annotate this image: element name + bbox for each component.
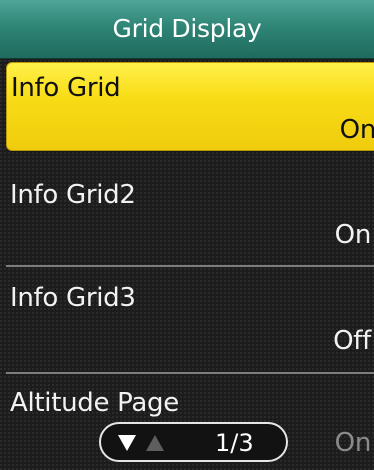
- menu-item-label: Info Grid3: [10, 283, 136, 313]
- device-screen: Grid Display Info Grid On Info Grid2 On …: [0, 0, 374, 470]
- menu-item-value: On: [334, 220, 372, 250]
- menu-item-value: On: [334, 428, 372, 458]
- menu-item-info-grid3[interactable]: Info Grid3 Off: [0, 267, 374, 367]
- page-indicator[interactable]: 1/3: [99, 422, 288, 462]
- menu-item-value: Off: [333, 326, 371, 356]
- menu-item-info-grid[interactable]: Info Grid On: [6, 62, 374, 151]
- title-bar: Grid Display: [0, 0, 374, 59]
- menu-item-label: Info Grid2: [10, 180, 136, 210]
- menu-item-info-grid2[interactable]: Info Grid2 On: [0, 164, 374, 264]
- triangle-down-icon[interactable]: [118, 435, 136, 451]
- page-title: Grid Display: [112, 14, 262, 43]
- triangle-up-icon[interactable]: [146, 435, 164, 451]
- page-number: 1/3: [215, 429, 254, 457]
- menu-item-label: Info Grid: [11, 73, 121, 103]
- menu-item-label: Altitude Page: [10, 388, 179, 418]
- menu-item-value: On: [339, 115, 374, 145]
